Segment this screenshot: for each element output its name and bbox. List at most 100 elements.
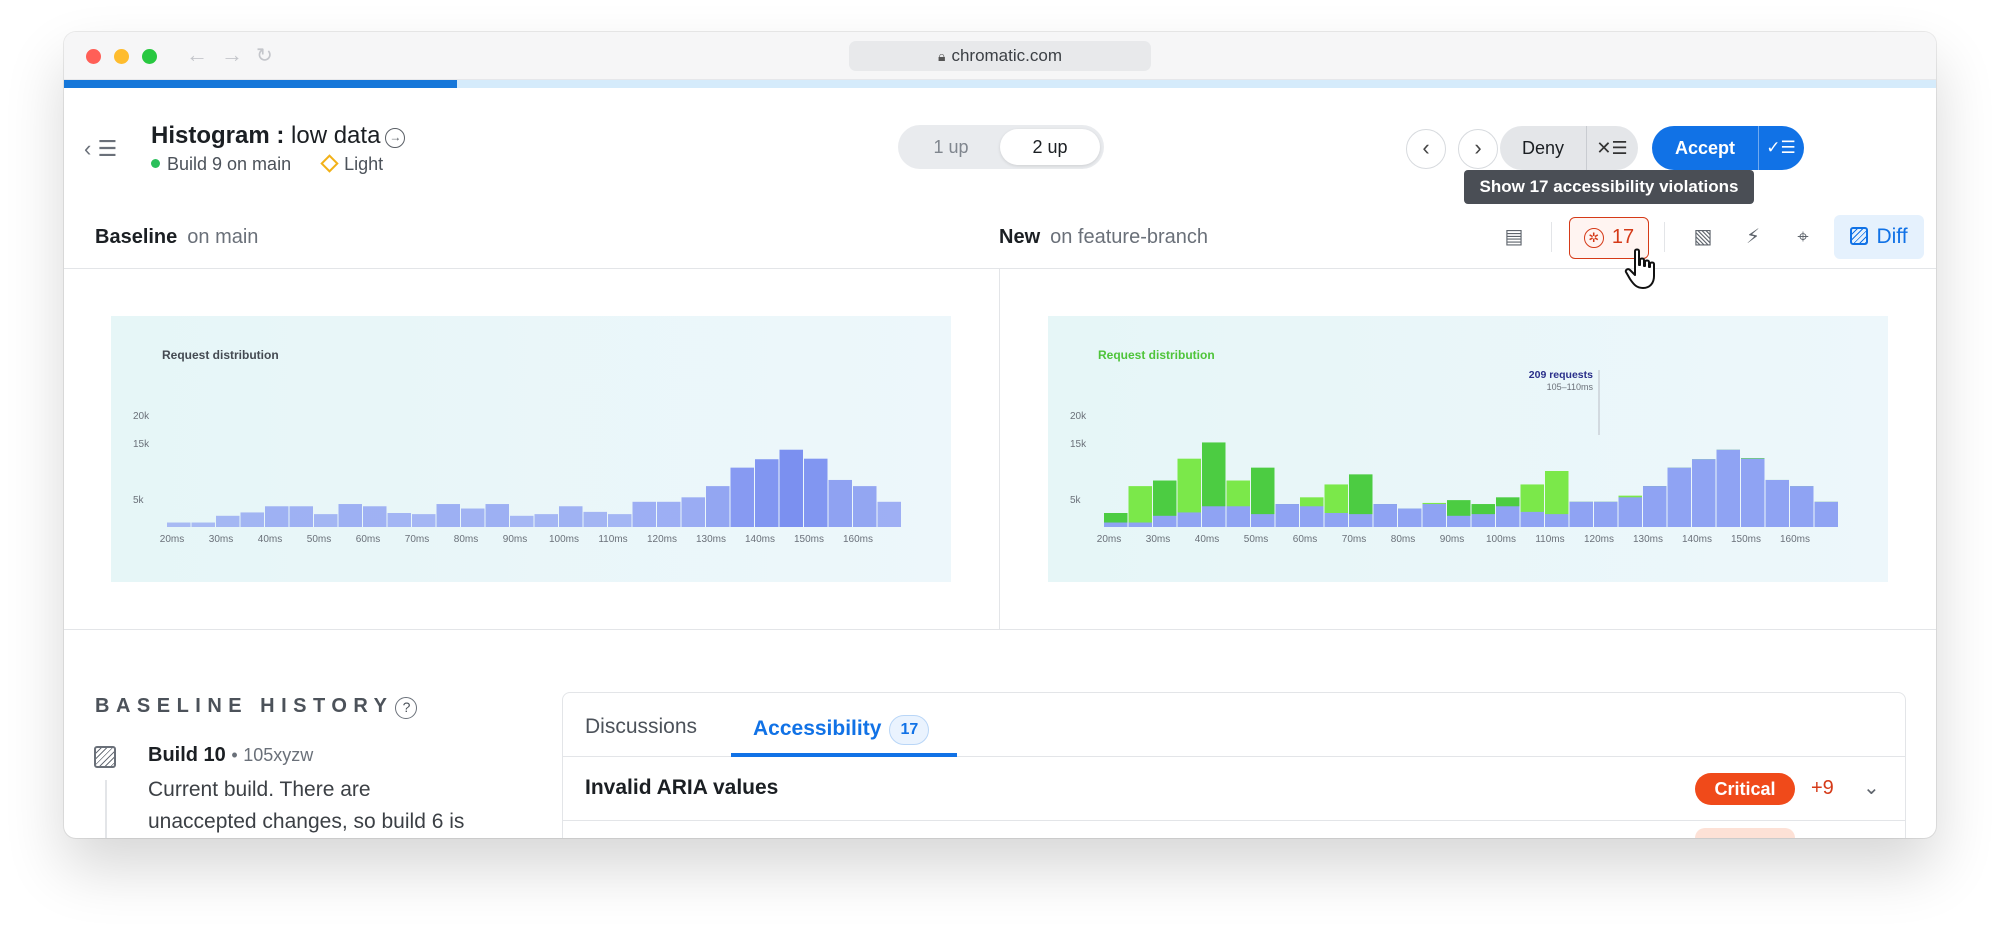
x-tick-label: 130ms [1633, 534, 1663, 545]
view-2up-option[interactable]: 2 up [1000, 129, 1100, 165]
pointer-hand-icon [1624, 248, 1655, 289]
x-tick-label: 80ms [454, 534, 478, 545]
accept-batch-icon[interactable]: ✓☰ [1760, 126, 1802, 170]
base-bar [1324, 513, 1348, 527]
forward-arrow-icon[interactable]: → [221, 42, 243, 68]
base-bar [1618, 497, 1642, 527]
histogram-bar [583, 511, 607, 527]
previous-change-button[interactable]: ‹ [1406, 129, 1446, 169]
theme-diamond-icon [320, 154, 339, 173]
histogram-bar [387, 513, 411, 527]
y-tick-label: 15k [1070, 439, 1087, 450]
x-tick-label: 140ms [745, 534, 775, 545]
x-tick-label: 140ms [1682, 534, 1712, 545]
histogram-bar [559, 506, 583, 527]
diff-toggle-button[interactable]: Diff [1834, 215, 1924, 259]
open-story-icon[interactable]: → [385, 128, 406, 148]
x-tick-label: 50ms [1244, 534, 1268, 545]
new-header: New on feature-branch [999, 226, 1208, 249]
history-build-title[interactable]: Build 10 • 105xyzw [148, 744, 313, 767]
base-bar [1275, 504, 1299, 527]
x-tick-label: 70ms [405, 534, 429, 545]
histogram-bar [828, 479, 852, 527]
base-bar [1300, 506, 1324, 527]
help-icon[interactable]: ? [395, 697, 418, 719]
x-tick-label: 110ms [598, 534, 627, 545]
close-window-button[interactable] [86, 49, 101, 64]
view-mode-toggle: 1 up 2 up [898, 125, 1104, 169]
build-snapshot-icon [94, 746, 116, 768]
accept-button[interactable]: Accept [1652, 126, 1758, 170]
base-bar [1251, 514, 1275, 527]
histogram-bar [191, 522, 215, 527]
y-tick-label: 5k [1070, 495, 1082, 506]
base-bar [1202, 506, 1226, 527]
a11y-tooltip: Show 17 accessibility violations [1464, 170, 1754, 204]
x-tick-label: 110ms [1535, 534, 1564, 545]
baseline-snapshot: Request distribution 20k 15k 5k 20ms 30ms 40ms… [111, 316, 951, 582]
chevron-down-icon[interactable]: ⌄ [1863, 775, 1880, 800]
histogram-bar [534, 514, 558, 527]
progress-fill [64, 80, 458, 88]
x-tick-label: 80ms [1391, 534, 1415, 545]
a11y-tab-count-badge: 17 [889, 715, 930, 745]
x-tick-label: 30ms [1146, 534, 1170, 545]
view-1up-option[interactable]: 1 up [902, 129, 1000, 165]
histogram-bar [657, 501, 681, 527]
tab-accessibility[interactable]: Accessibility 17 [753, 715, 930, 745]
x-tick-label: 40ms [1195, 534, 1219, 545]
histogram-bar [289, 506, 313, 527]
histogram-bar [681, 497, 705, 527]
x-tick-label: 40ms [258, 534, 282, 545]
deny-batch-icon[interactable]: ✕☰ [1588, 126, 1636, 170]
x-tick-label: 160ms [1780, 534, 1810, 545]
comments-icon[interactable]: ▤ [1494, 217, 1534, 257]
tab-discussions[interactable]: Discussions [585, 715, 697, 739]
story-title: Histogram : low data → [151, 122, 406, 150]
x-tick-label: 60ms [356, 534, 380, 545]
baseline-branch: on main [187, 226, 259, 248]
base-bar [1128, 522, 1152, 527]
base-bar [1741, 458, 1765, 527]
diff-icon [1850, 227, 1869, 245]
y-tick-label: 5k [133, 495, 145, 506]
x-tick-label: 70ms [1342, 534, 1366, 545]
back-to-list-button[interactable]: ‹ ☰ [84, 136, 117, 162]
snapshots-bottom-divider [64, 629, 1936, 630]
added-bar [1128, 486, 1152, 527]
baseline-chart: Request distribution 20k 15k 5k 20ms 30ms 40ms… [133, 348, 901, 545]
reload-icon[interactable]: ↻ [256, 43, 273, 68]
base-bar [1226, 506, 1250, 527]
diff-label: Diff [1876, 225, 1908, 248]
base-bar [1398, 508, 1422, 527]
accept-divider [1758, 126, 1759, 170]
x-tick-label: 20ms [160, 534, 184, 545]
maximize-window-button[interactable] [142, 49, 157, 64]
image-compare-icon[interactable]: ▧ [1683, 217, 1723, 257]
build-meta: Build 9 on main Light [151, 154, 383, 175]
crosshair-icon[interactable]: ⌖ [1783, 217, 1823, 257]
x-tick-label: 30ms [209, 534, 233, 545]
histogram-bar [338, 504, 362, 527]
url-bar[interactable]: 🔒︎ chromatic.com [849, 41, 1151, 71]
strobe-off-icon[interactable]: ⚡︎ [1733, 217, 1773, 257]
base-bar [1569, 501, 1593, 527]
histogram-bar [216, 515, 240, 527]
histogram-bar [314, 514, 338, 527]
tab-accessibility-label: Accessibility [753, 717, 882, 740]
x-tick-label: 150ms [794, 534, 824, 545]
base-bar [1765, 479, 1789, 527]
build-label: Build 9 on main [167, 154, 292, 174]
histogram-bar [436, 504, 460, 527]
baseline-label: Baseline [95, 226, 178, 248]
histogram-bar [167, 522, 191, 527]
y-tick-label: 20k [133, 411, 150, 422]
deny-button[interactable]: Deny [1500, 126, 1586, 170]
back-arrow-icon[interactable]: ← [186, 42, 208, 68]
minimize-window-button[interactable] [114, 49, 129, 64]
base-bar [1667, 467, 1691, 527]
baseline-history-title: BASELINE HISTORY? [95, 695, 418, 719]
baseline-header: Baseline on main [95, 226, 258, 249]
issue-title[interactable]: Invalid ARIA values [585, 776, 778, 800]
next-change-button[interactable]: › [1458, 129, 1498, 169]
